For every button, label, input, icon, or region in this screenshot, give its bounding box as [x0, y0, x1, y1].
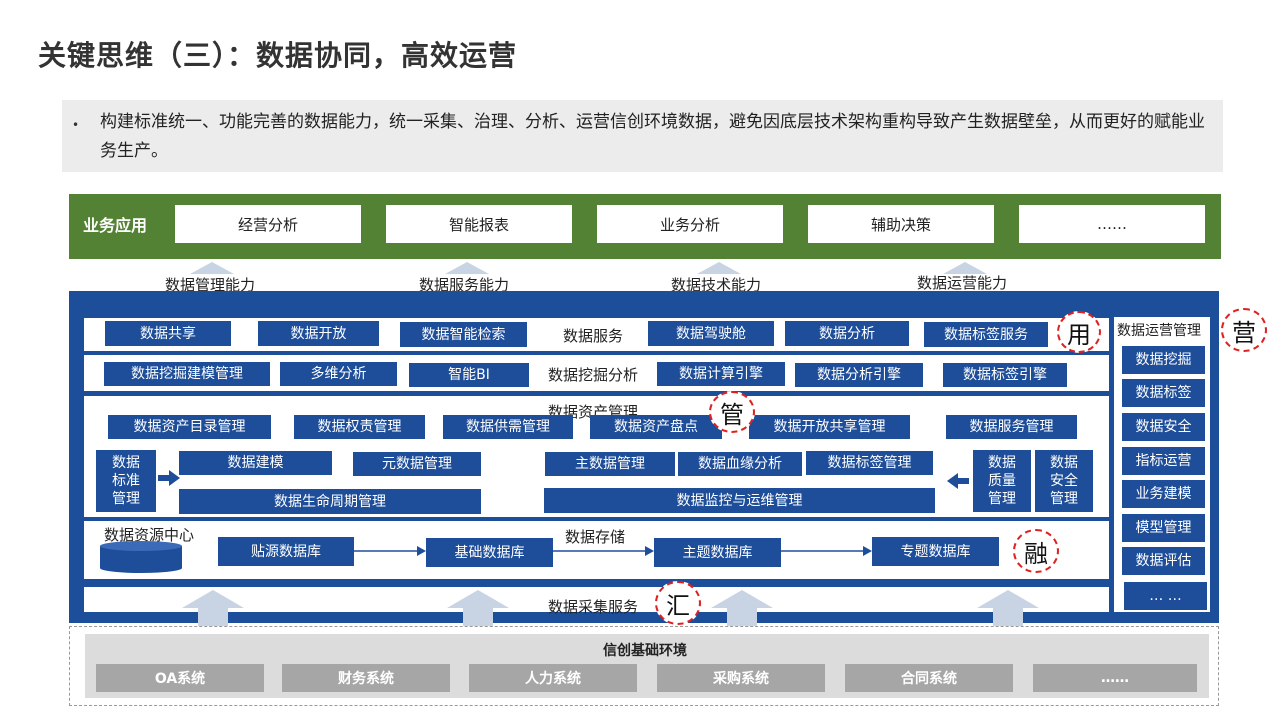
asset-modeling: 数据建模 [179, 451, 332, 475]
storage-label: 数据存储 [565, 528, 626, 546]
asset-item-supply-demand: 数据供需管理 [443, 415, 573, 439]
foundation-finance: 财务系统 [282, 664, 450, 692]
storage-source-db: 贴源数据库 [218, 537, 354, 566]
mining-item-compute-engine: 数据计算引擎 [657, 362, 785, 386]
asset-lifecycle: 数据生命周期管理 [179, 489, 481, 514]
service-row-label: 数据服务 [563, 327, 624, 345]
service-item-smart-search: 数据智能检索 [400, 322, 527, 347]
storage-topic-db: 专题数据库 [872, 537, 999, 566]
storage-subject-db: 主题数据库 [654, 538, 781, 567]
capability-arrow [190, 262, 234, 274]
business-item-decision-support: 辅助决策 [808, 205, 994, 243]
marker-use: 用 [1057, 311, 1101, 353]
up-arrow-icon [447, 590, 509, 626]
business-item-smart-report: 智能报表 [386, 205, 572, 243]
mining-item-multidim: 多维分析 [280, 362, 397, 386]
service-item-open: 数据开放 [258, 321, 379, 346]
marker-manage: 管 [709, 391, 755, 433]
asset-item-catalog: 数据资产目录管理 [108, 415, 271, 439]
asset-lineage: 数据血缘分析 [678, 452, 802, 476]
right-arrow-icon [158, 470, 180, 486]
asset-master-data: 主数据管理 [545, 452, 675, 476]
business-app-label: 业务应用 [83, 216, 148, 235]
mining-row-label: 数据挖掘分析 [548, 366, 639, 384]
business-item-business-analysis: 业务分析 [597, 205, 783, 243]
service-item-cockpit: 数据驾驶舱 [648, 321, 774, 346]
foundation-title: 信创基础环境 [603, 643, 687, 659]
asset-quality-mgmt: 数据 质量 管理 [973, 450, 1031, 512]
asset-monitor-ops: 数据监控与运维管理 [544, 488, 935, 513]
left-arrow-icon [947, 473, 969, 489]
service-item-analysis: 数据分析 [785, 321, 909, 346]
intro-bullet: • [72, 118, 80, 132]
marker-fuse: 融 [1013, 529, 1059, 573]
page-title: 关键思维（三）：数据协同，高效运营 [38, 39, 518, 72]
mining-item-analysis-engine: 数据分析引擎 [795, 363, 923, 387]
service-item-sharing: 数据共享 [105, 321, 231, 346]
asset-item-inventory: 数据资产盘点 [590, 415, 722, 439]
ops-item-evaluation: 数据评估 [1122, 547, 1205, 575]
foundation-contract: 合同系统 [845, 664, 1013, 692]
ops-item-tag: 数据标签 [1122, 379, 1205, 407]
up-arrow-icon [182, 590, 244, 626]
foundation-hr: 人力系统 [469, 664, 637, 692]
flow-arrow-icon [553, 546, 654, 556]
up-arrow-icon [711, 590, 773, 626]
flow-arrow-icon [781, 546, 872, 556]
mining-item-modeling-mgmt: 数据挖掘建模管理 [104, 362, 270, 386]
service-item-tag-service: 数据标签服务 [924, 322, 1048, 347]
asset-item-rights: 数据权责管理 [294, 415, 425, 439]
asset-metadata: 元数据管理 [353, 452, 481, 476]
ops-item-more: … … [1124, 582, 1207, 610]
ops-item-security: 数据安全 [1122, 413, 1205, 441]
foundation-oa: OA系统 [96, 664, 264, 692]
capability-operation: 数据运营能力 [917, 274, 1008, 292]
asset-security-mgmt: 数据 安全 管理 [1035, 450, 1093, 512]
intro-text: 构建标准统一、功能完善的数据能力，统一采集、治理、分析、运营信创环境数据，避免因… [100, 112, 1205, 161]
ops-item-model-mgmt: 模型管理 [1122, 514, 1205, 542]
foundation-more: …… [1033, 664, 1197, 692]
mining-item-tag-engine: 数据标签引擎 [943, 363, 1067, 387]
asset-tag-mgmt: 数据标签管理 [806, 451, 933, 475]
ops-item-mining: 数据挖掘 [1122, 346, 1205, 374]
asset-item-open-share: 数据开放共享管理 [749, 415, 910, 439]
collection-label: 数据采集服务 [548, 598, 639, 616]
business-item-more: …… [1019, 205, 1205, 243]
up-arrow-icon [977, 590, 1039, 626]
marker-gather: 汇 [655, 581, 701, 625]
storage-base-db: 基础数据库 [426, 538, 553, 567]
mining-item-smart-bi: 智能BI [409, 363, 529, 387]
database-icon [100, 541, 182, 573]
capability-arrow [697, 262, 741, 274]
marker-operate: 营 [1221, 308, 1267, 352]
ops-panel-title: 数据运营管理 [1117, 323, 1201, 339]
ops-item-biz-modeling: 业务建模 [1122, 480, 1205, 508]
asset-standard-mgmt: 数据 标准 管理 [96, 450, 156, 512]
capability-arrow [445, 262, 489, 274]
asset-item-service-mgmt: 数据服务管理 [946, 415, 1077, 439]
flow-arrow-icon [354, 546, 426, 556]
foundation-procurement: 采购系统 [657, 664, 825, 692]
ops-item-metrics: 指标运营 [1122, 447, 1205, 475]
business-item-operating-analysis: 经营分析 [175, 205, 361, 243]
